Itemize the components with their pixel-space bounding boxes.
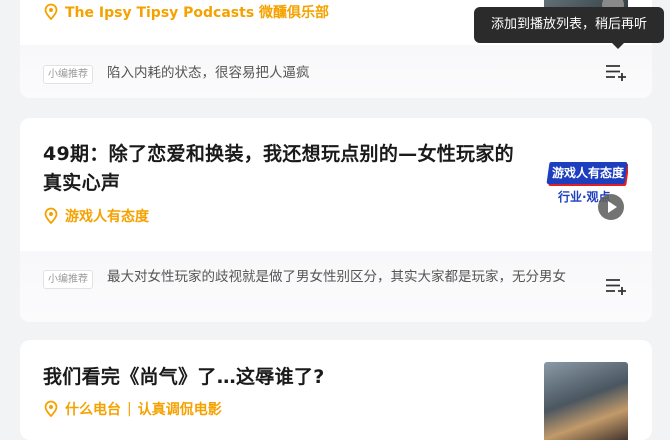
podcast-source[interactable]: 游戏人有态度 — [43, 206, 149, 226]
location-pin-icon — [44, 3, 58, 21]
playlist-add-icon[interactable] — [604, 62, 628, 82]
tooltip-text: 添加到播放列表，稍后再听 — [490, 17, 647, 32]
episode-card[interactable]: 49期：除了恋爱和换装，我还想玩点别的—女性玩家的真实心声 游戏人有态度 游戏人… — [20, 118, 652, 322]
playlist-add-icon[interactable] — [604, 276, 628, 296]
episode-card[interactable]: 我们看完《尚气》了…这辱谁了? 什么电台 | 认真调侃电影 — [20, 340, 652, 440]
editor-recommendation: 小编推荐 陷入内耗的状态，很容易把人逼疯 — [20, 45, 652, 98]
episode-cover[interactable]: 游戏人有态度 行业·观点 — [544, 150, 628, 230]
editor-tag: 小编推荐 — [43, 65, 93, 84]
source-secondary: 认真调侃电影 — [137, 402, 222, 418]
source-name: The Ipsy Tipsy Podcasts 微醺俱乐部 — [65, 5, 330, 21]
episode-title[interactable]: 49期：除了恋爱和换装，我还想玩点别的—女性玩家的真实心声 — [43, 140, 523, 198]
podcast-source[interactable]: 什么电台 | 认真调侃电影 — [43, 399, 222, 419]
episode-title[interactable]: 我们看完《尚气》了…这辱谁了? — [43, 363, 523, 392]
location-pin-icon — [44, 400, 58, 418]
editor-recommendation: 小编推荐 最大对女性玩家的歧视就是做了男女性别区分，其实大家都是玩家，无分男女 — [20, 251, 652, 322]
play-icon[interactable] — [598, 194, 624, 220]
episode-cover[interactable] — [544, 362, 628, 440]
location-pin-icon — [44, 207, 58, 225]
add-to-playlist-tooltip: 添加到播放列表，稍后再听 — [474, 7, 664, 49]
cover-logo: 游戏人有态度 — [546, 162, 628, 184]
recommendation-text: 最大对女性玩家的歧视就是做了男女性别区分，其实大家都是玩家，无分男女 — [107, 269, 566, 285]
source-name: 什么电台 — [65, 402, 121, 418]
cover-title: 游戏人有态度 — [551, 166, 624, 180]
recommendation-text: 陷入内耗的状态，很容易把人逼疯 — [107, 65, 310, 81]
source-name: 游戏人有态度 — [65, 209, 149, 225]
podcast-source[interactable]: The Ipsy Tipsy Podcasts 微醺俱乐部 — [43, 2, 329, 22]
